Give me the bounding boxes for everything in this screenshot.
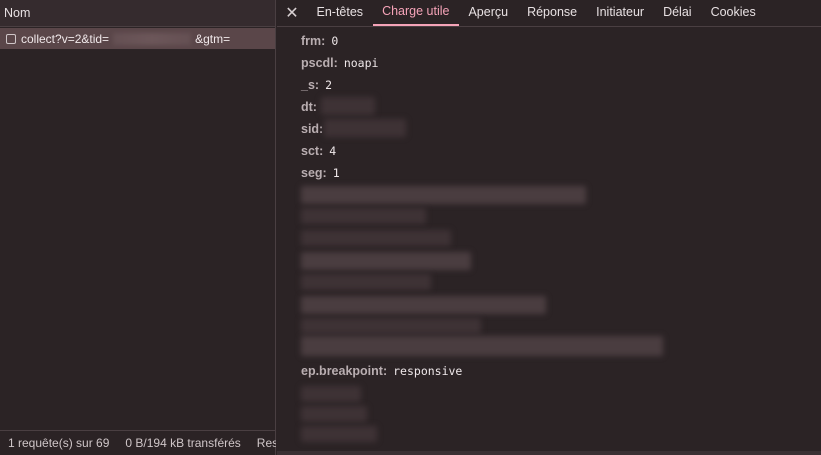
payload-row-frm[interactable]: frm: 0 xyxy=(301,34,338,48)
payload-key: frm: xyxy=(301,34,326,48)
scrollbar-track[interactable] xyxy=(277,451,821,455)
redacted-region xyxy=(301,186,586,204)
redacted-region xyxy=(301,252,471,270)
tab-initiator[interactable]: Initiateur xyxy=(587,0,654,26)
redacted-region xyxy=(301,426,377,442)
payload-key: _s: xyxy=(301,78,320,92)
payload-row-s[interactable]: _s: 2 xyxy=(301,78,332,92)
payload-value: 2 xyxy=(325,78,333,92)
payload-key: sct: xyxy=(301,144,324,158)
redacted-region xyxy=(301,318,481,334)
payload-row-breakpoint[interactable]: ep.breakpoint: responsive xyxy=(301,364,462,378)
close-icon[interactable]: ✕ xyxy=(277,0,307,26)
tab-response[interactable]: Réponse xyxy=(518,0,587,26)
redacted-region xyxy=(301,386,361,402)
tab-timing[interactable]: Délai xyxy=(654,0,702,26)
resources-size: Res xyxy=(256,436,276,450)
redacted-region xyxy=(324,119,406,137)
redacted-region xyxy=(113,32,192,45)
payload-key: dt: xyxy=(301,100,317,114)
payload-value: noapi xyxy=(343,56,379,70)
tab-cookies[interactable]: Cookies xyxy=(701,0,765,26)
status-bar: 1 requête(s) sur 69 0 B/194 kB transféré… xyxy=(0,430,276,455)
payload-row-dt[interactable]: dt: xyxy=(301,100,323,114)
request-count: 1 requête(s) sur 69 xyxy=(8,436,110,450)
payload-row-sct[interactable]: sct: 4 xyxy=(301,144,336,158)
tab-payload[interactable]: Charge utile xyxy=(372,0,459,26)
payload-row-seg[interactable]: seg: 1 xyxy=(301,166,340,180)
payload-key: sid: xyxy=(301,122,324,136)
request-url-suffix: &gtm= xyxy=(195,31,231,46)
tab-headers[interactable]: En-têtes xyxy=(307,0,373,26)
redacted-region xyxy=(321,97,375,115)
details-panel: ✕ En-têtes Charge utile Aperçu Réponse I… xyxy=(277,0,821,455)
details-tabs: ✕ En-têtes Charge utile Aperçu Réponse I… xyxy=(277,0,821,27)
tab-preview[interactable]: Aperçu xyxy=(459,0,518,26)
request-list-panel: Nom collect?v=2&tid= &gtm= 1 requête(s) … xyxy=(0,0,276,455)
redacted-region xyxy=(301,230,451,246)
redacted-region xyxy=(301,406,367,422)
transfer-size: 0 B/194 kB transférés xyxy=(125,436,241,450)
request-row[interactable]: collect?v=2&tid= &gtm= xyxy=(0,28,275,49)
payload-key: seg: xyxy=(301,166,327,180)
payload-key: pscdl: xyxy=(301,56,338,70)
payload-key: ep.breakpoint: xyxy=(301,364,388,378)
payload-value: responsive xyxy=(393,364,463,378)
request-url-prefix: collect?v=2&tid= xyxy=(21,31,110,46)
payload-value: 1 xyxy=(332,166,340,180)
redacted-region xyxy=(301,296,546,314)
redacted-region xyxy=(301,336,663,356)
checkbox-icon[interactable] xyxy=(6,33,16,44)
payload-value: 0 xyxy=(331,34,339,48)
payload-row-pscdl[interactable]: pscdl: noapi xyxy=(301,56,378,70)
name-column-header[interactable]: Nom xyxy=(0,0,275,27)
payload-value: 4 xyxy=(329,144,337,158)
redacted-region xyxy=(301,208,426,224)
redacted-region xyxy=(301,274,431,290)
